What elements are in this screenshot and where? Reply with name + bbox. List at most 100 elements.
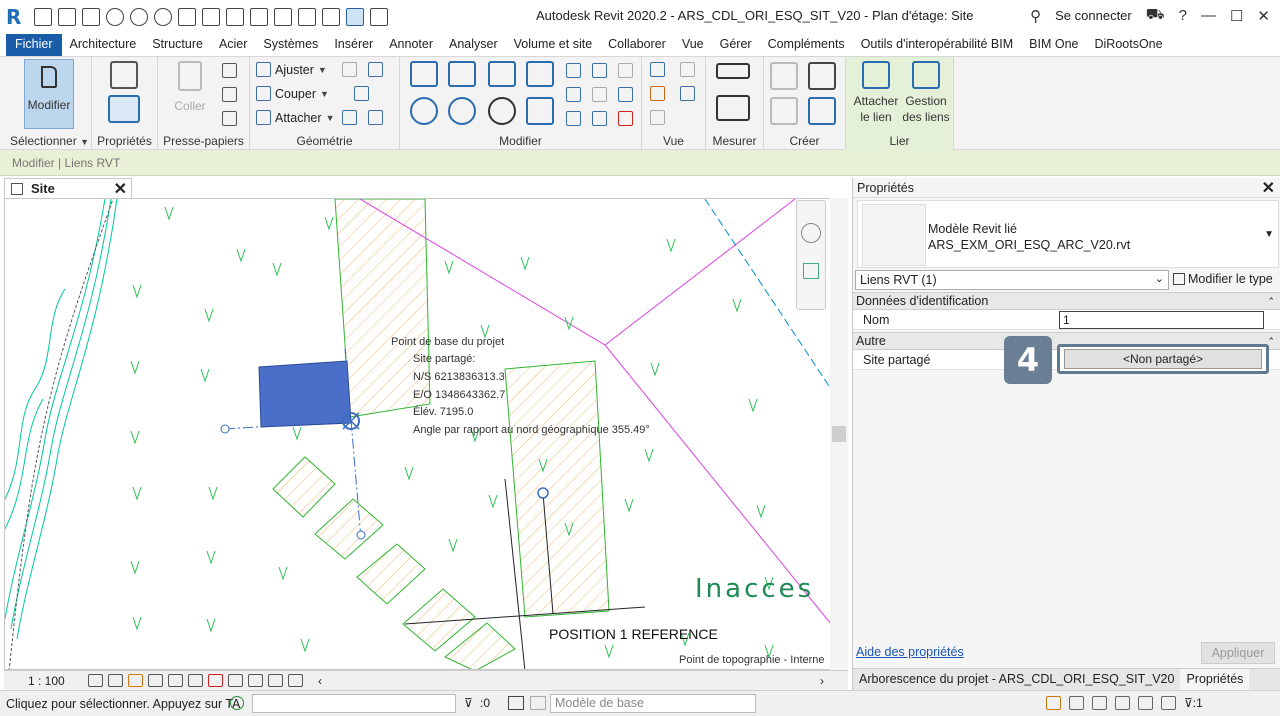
undo-icon[interactable] xyxy=(130,8,148,26)
switch-windows-icon[interactable] xyxy=(370,8,388,26)
wall-joins-icon[interactable] xyxy=(354,86,369,101)
cart-icon[interactable]: ⛟ xyxy=(1146,6,1165,25)
tab-analyze[interactable]: Analyser xyxy=(441,34,506,56)
demolish-icon[interactable] xyxy=(342,110,357,125)
drag-elements-icon[interactable] xyxy=(1138,696,1153,710)
dimension-icon[interactable] xyxy=(226,8,244,26)
home-icon[interactable] xyxy=(34,8,52,26)
cut-icon[interactable] xyxy=(222,63,237,78)
tab-view[interactable]: Vue xyxy=(674,34,712,56)
paint-icon[interactable] xyxy=(368,62,383,77)
sun-path-icon[interactable] xyxy=(128,674,143,687)
tab-annotate[interactable]: Annoter xyxy=(381,34,441,56)
show-crop-icon[interactable] xyxy=(188,674,203,687)
split-face-icon[interactable] xyxy=(342,62,357,77)
create-assembly-icon[interactable] xyxy=(770,62,798,90)
view-scale[interactable]: 1 : 100 xyxy=(28,674,88,688)
linework-icon[interactable] xyxy=(650,86,665,101)
move-icon[interactable] xyxy=(410,97,438,125)
3d-view-icon[interactable] xyxy=(298,8,316,26)
sign-in-button[interactable]: Se connecter xyxy=(1055,8,1132,23)
select-underlay-icon[interactable] xyxy=(1069,696,1084,710)
redo-icon[interactable] xyxy=(154,8,172,26)
create-group-icon[interactable] xyxy=(770,97,798,125)
steering-wheel-icon[interactable] xyxy=(801,223,821,243)
drawing-canvas[interactable]: Point de base du projet Site partagé: N/… xyxy=(4,198,848,670)
save-icon[interactable] xyxy=(82,8,100,26)
tab-structure[interactable]: Structure xyxy=(144,34,211,56)
offset-icon[interactable] xyxy=(448,61,476,87)
collapse-icon[interactable]: ⌃ xyxy=(1267,293,1275,309)
binoculars-icon[interactable]: ⚲ xyxy=(1030,7,1041,25)
split-gap-icon[interactable] xyxy=(592,63,607,78)
tab-manage[interactable]: Gérer xyxy=(712,34,760,56)
rotate-icon[interactable] xyxy=(488,97,516,125)
design-options-icon[interactable] xyxy=(530,696,546,710)
select-pinned-icon[interactable] xyxy=(1092,696,1107,710)
editable-only-icon[interactable] xyxy=(508,696,524,710)
paint-view-icon[interactable] xyxy=(650,110,665,125)
properties-help-link[interactable]: Aide des propriétés xyxy=(856,645,964,659)
match-type-icon[interactable] xyxy=(222,111,237,126)
copy-element-icon[interactable] xyxy=(448,97,476,125)
highlight-displacement-icon[interactable] xyxy=(268,674,283,687)
aligned-dimension-icon[interactable] xyxy=(716,95,750,121)
edit-type-button[interactable]: Modifier le type xyxy=(1173,272,1273,286)
maximize-icon[interactable]: ☐ xyxy=(1230,7,1243,25)
zoom-icon[interactable] xyxy=(803,263,819,279)
trim-single-icon[interactable] xyxy=(566,111,581,126)
copy-icon[interactable] xyxy=(222,87,237,102)
instance-filter-dropdown[interactable]: Liens RVT (1) ⌄ xyxy=(855,270,1169,290)
workset-dropdown[interactable] xyxy=(252,694,456,713)
temporary-hide-icon[interactable] xyxy=(208,674,223,687)
measure-distance-icon[interactable] xyxy=(716,63,750,79)
crop-view-icon[interactable] xyxy=(168,674,183,687)
align-icon[interactable] xyxy=(410,61,438,87)
thin-lines-icon[interactable] xyxy=(346,8,364,26)
navigation-bar[interactable] xyxy=(796,200,826,310)
help-button[interactable]: ? xyxy=(1179,7,1187,24)
reveal-constraints-icon[interactable] xyxy=(288,674,303,687)
open-folder-icon[interactable] xyxy=(58,8,76,26)
section-icon[interactable] xyxy=(322,8,340,26)
scroll-left-icon[interactable]: ‹ xyxy=(318,674,322,688)
array-icon[interactable] xyxy=(566,87,581,102)
shadows-icon[interactable] xyxy=(148,674,163,687)
type-dropdown-icon[interactable]: ▼ xyxy=(1264,229,1274,240)
scale-icon[interactable] xyxy=(592,87,607,102)
tab-bim-one[interactable]: BIM One xyxy=(1021,34,1086,56)
shared-site-button[interactable]: <Non partagé> xyxy=(1064,349,1262,369)
tag-icon[interactable] xyxy=(250,8,268,26)
split-icon[interactable] xyxy=(566,63,581,78)
tab-addins[interactable]: Compléments xyxy=(760,34,853,56)
scroll-thumb[interactable] xyxy=(832,426,846,442)
tab-bim-interop[interactable]: Outils d'interopérabilité BIM xyxy=(853,34,1021,56)
manage-links-button[interactable]: Gestion des liens xyxy=(902,61,950,133)
tab-project-browser[interactable]: Arborescence du projet - ARS_CDL_ORI_ESQ… xyxy=(853,669,1180,690)
modify-button[interactable]: Modifier xyxy=(24,59,74,129)
close-icon[interactable]: ✕ xyxy=(1257,7,1270,25)
similar-icon[interactable] xyxy=(808,97,836,125)
unpin-icon[interactable] xyxy=(618,63,633,78)
trim-multiple-icon[interactable] xyxy=(592,111,607,126)
vertical-scrollbar[interactable] xyxy=(830,198,848,670)
join-button[interactable]: Attacher ▼ xyxy=(256,110,334,125)
mirror-axis-icon[interactable] xyxy=(488,61,516,87)
text-icon[interactable] xyxy=(274,8,292,26)
tab-systems[interactable]: Systèmes xyxy=(255,34,326,56)
detail-level-icon[interactable] xyxy=(88,674,103,687)
revit-logo[interactable]: R xyxy=(6,6,28,28)
reveal-hidden-icon[interactable] xyxy=(228,674,243,687)
type-properties-icon[interactable] xyxy=(110,61,138,89)
name-field[interactable]: 1 xyxy=(1059,311,1264,329)
minimize-icon[interactable]: — xyxy=(1201,7,1216,24)
select-by-face-icon[interactable] xyxy=(1115,696,1130,710)
filter-icon[interactable]: ⊽ xyxy=(464,696,473,710)
override-graphics-icon[interactable] xyxy=(680,62,695,77)
tab-massing-site[interactable]: Volume et site xyxy=(506,34,601,56)
sync-icon[interactable] xyxy=(106,8,124,26)
create-parts-icon[interactable] xyxy=(808,62,836,90)
scroll-right-icon[interactable]: › xyxy=(820,674,824,688)
delete-icon[interactable] xyxy=(618,111,633,126)
pin-icon[interactable] xyxy=(618,87,633,102)
